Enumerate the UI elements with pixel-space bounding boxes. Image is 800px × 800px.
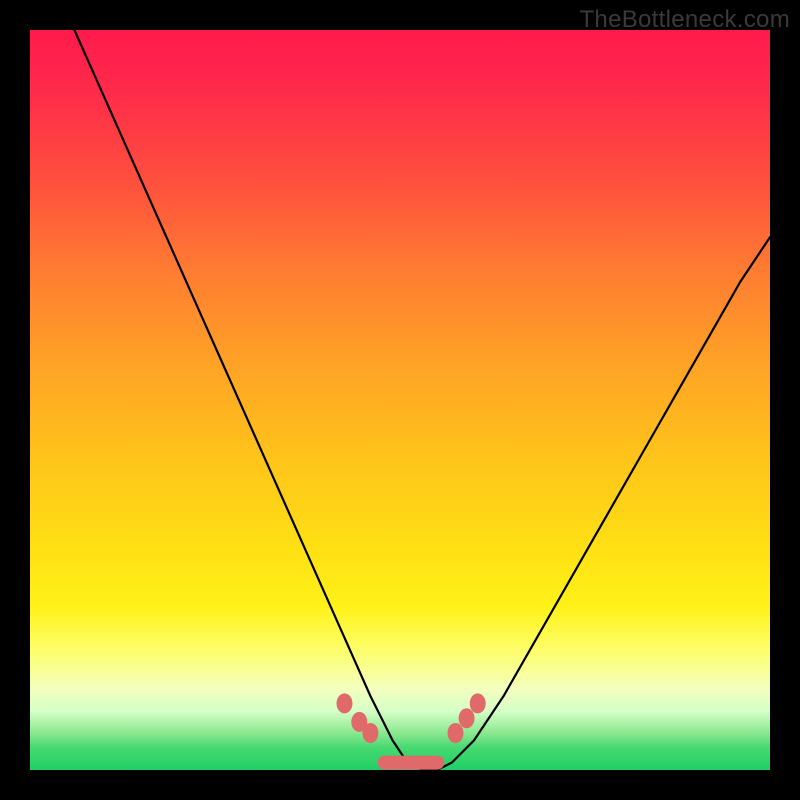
curve-marker — [448, 723, 464, 743]
curve-marker — [459, 708, 475, 728]
chart-frame: TheBottleneck.com — [0, 0, 800, 800]
curve-marker — [337, 693, 353, 713]
highlighted-markers — [337, 693, 486, 743]
curve-marker — [362, 723, 378, 743]
curve-marker — [470, 693, 486, 713]
curve-layer — [30, 30, 770, 770]
bottleneck-curve — [74, 30, 770, 770]
flat-bottom-band — [378, 756, 445, 770]
plot-area — [30, 30, 770, 770]
